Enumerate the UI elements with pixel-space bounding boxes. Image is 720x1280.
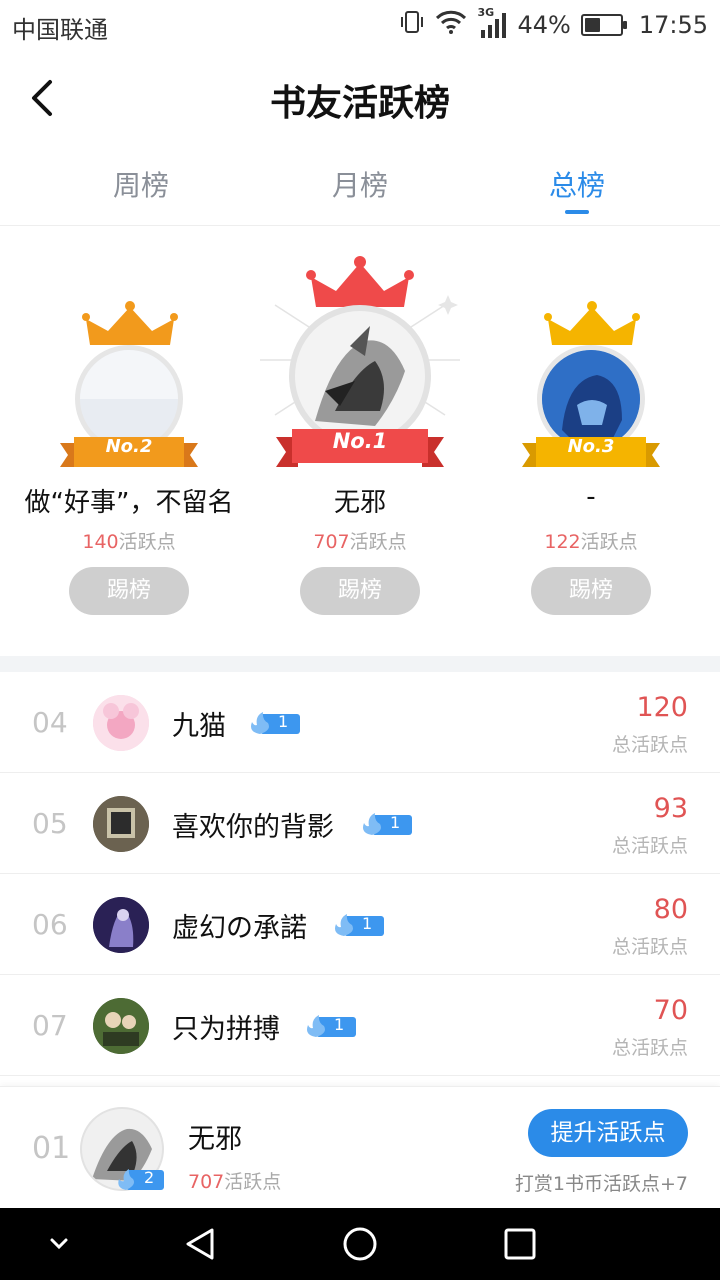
battery-percent: 44% xyxy=(517,11,571,39)
battery-icon xyxy=(580,14,627,36)
score-label: 总活跃点 xyxy=(611,1037,688,1059)
status-bar: 中国联通 3G 44% 17:55 xyxy=(0,0,720,50)
level-badge: 2 xyxy=(116,1168,164,1191)
avatar[interactable] xyxy=(93,796,149,852)
avatar[interactable] xyxy=(93,998,149,1054)
top-three-podium: No.2 做“好事”，不留名 140活跃点 踢榜 No.1 无邪 707活跃点 … xyxy=(0,227,720,657)
boost-hint: 打赏1书币活跃点+7 xyxy=(514,1173,688,1195)
page-title: 书友活跃榜 xyxy=(269,83,450,124)
points-suffix: 活跃点 xyxy=(349,531,407,553)
score-value: 93 xyxy=(653,793,688,824)
podium-points: 122活跃点 xyxy=(471,527,711,554)
list-item[interactable]: 07 只为拼搏 1 70 总活跃点 xyxy=(0,975,720,1076)
podium-third: No.3 - 122活跃点 踢榜 xyxy=(471,227,711,657)
avatar[interactable] xyxy=(93,695,149,751)
my-rank-number: 01 xyxy=(32,1131,71,1166)
list-item[interactable]: 06 虚幻の承諾 1 80 总活跃点 xyxy=(0,874,720,975)
chevron-down-icon[interactable] xyxy=(44,1232,74,1256)
avatar[interactable] xyxy=(93,897,149,953)
podium-points: 140活跃点 xyxy=(9,527,249,554)
my-name: 无邪 xyxy=(188,1124,242,1155)
points-suffix: 活跃点 xyxy=(118,531,176,553)
boost-activity-button[interactable]: 提升活跃点 xyxy=(528,1109,688,1157)
points-value: 140 xyxy=(82,531,119,553)
level-number: 2 xyxy=(144,1168,155,1187)
points-suffix: 活跃点 xyxy=(580,531,638,553)
status-icons: 3G 44% 17:55 xyxy=(399,6,708,42)
clock: 17:55 xyxy=(638,11,708,39)
kick-button[interactable]: 踢榜 xyxy=(69,567,189,615)
my-points: 707活跃点 xyxy=(188,1167,281,1194)
rank-label: No.3 xyxy=(567,436,615,457)
tab-bar: 周榜 月榜 总榜 xyxy=(0,146,720,226)
tab-total[interactable]: 总榜 xyxy=(502,164,652,204)
score-label: 总活跃点 xyxy=(611,936,688,958)
level-badge: 1 xyxy=(304,1015,356,1039)
crown-icon xyxy=(306,256,414,307)
level-number: 1 xyxy=(362,914,373,933)
points-value: 707 xyxy=(313,531,350,553)
system-nav-bar xyxy=(0,1208,720,1280)
level-number: 1 xyxy=(390,813,401,832)
podium-name: 做“好事”，不留名 xyxy=(24,488,234,518)
podium-name: 无邪 xyxy=(333,488,386,518)
score-value: 120 xyxy=(636,692,688,723)
rank-label: No.1 xyxy=(332,429,388,453)
level-badge: 1 xyxy=(360,813,412,837)
my-rank-bar: 01 2 无邪 707活跃点 提升活跃点 打赏1书币活跃点+7 xyxy=(0,1086,720,1208)
home-circle-icon[interactable] xyxy=(342,1226,378,1262)
podium-first: No.1 无邪 707活跃点 踢榜 xyxy=(240,227,480,657)
crown-icon xyxy=(82,301,178,345)
user-name: 虚幻の承諾 xyxy=(172,913,307,944)
crown-icon xyxy=(544,301,640,345)
user-name: 九猫 xyxy=(172,711,226,742)
level-number: 1 xyxy=(278,712,289,731)
kick-button[interactable]: 踢榜 xyxy=(300,567,420,615)
list-item[interactable]: 05 喜欢你的背影 1 93 总活跃点 xyxy=(0,773,720,874)
level-badge: 1 xyxy=(332,914,384,938)
header: 书友活跃榜 xyxy=(0,50,720,146)
recents-square-icon[interactable] xyxy=(502,1226,538,1262)
vibrate-icon xyxy=(399,9,425,41)
ranking-list: 04 九猫 1 120 总活跃点 05 喜欢你的背影 1 93 总活跃点 06 … xyxy=(0,672,720,1076)
kick-button[interactable]: 踢榜 xyxy=(531,567,651,615)
tab-weekly[interactable]: 周榜 xyxy=(66,164,216,204)
podium-name: - xyxy=(586,482,596,512)
back-triangle-icon[interactable] xyxy=(182,1226,218,1262)
rank-number: 05 xyxy=(32,807,68,840)
rank-number: 04 xyxy=(32,706,68,739)
rank-number: 07 xyxy=(32,1009,68,1042)
score-value: 80 xyxy=(653,894,688,925)
points-suffix: 活跃点 xyxy=(224,1171,282,1193)
carrier-name: 中国联通 xyxy=(12,16,108,44)
podium-second: No.2 做“好事”，不留名 140活跃点 踢榜 xyxy=(9,227,249,657)
rank-number: 06 xyxy=(32,908,68,941)
active-tab-indicator xyxy=(565,210,589,214)
score-value: 70 xyxy=(653,995,688,1026)
points-value: 707 xyxy=(188,1171,225,1193)
rank-label: No.2 xyxy=(105,436,153,457)
level-number: 1 xyxy=(334,1015,345,1034)
tab-monthly[interactable]: 月榜 xyxy=(285,164,435,204)
score-label: 总活跃点 xyxy=(611,835,688,857)
signal-icon: 3G xyxy=(477,6,507,40)
podium-points: 707活跃点 xyxy=(240,527,480,554)
user-name: 喜欢你的背影 xyxy=(172,812,334,843)
wifi-icon xyxy=(435,9,467,41)
section-divider xyxy=(0,656,720,672)
points-value: 122 xyxy=(544,531,581,553)
list-item[interactable]: 04 九猫 1 120 总活跃点 xyxy=(0,672,720,773)
level-badge: 1 xyxy=(248,712,300,736)
user-name: 只为拼搏 xyxy=(172,1014,280,1045)
score-label: 总活跃点 xyxy=(611,734,688,756)
